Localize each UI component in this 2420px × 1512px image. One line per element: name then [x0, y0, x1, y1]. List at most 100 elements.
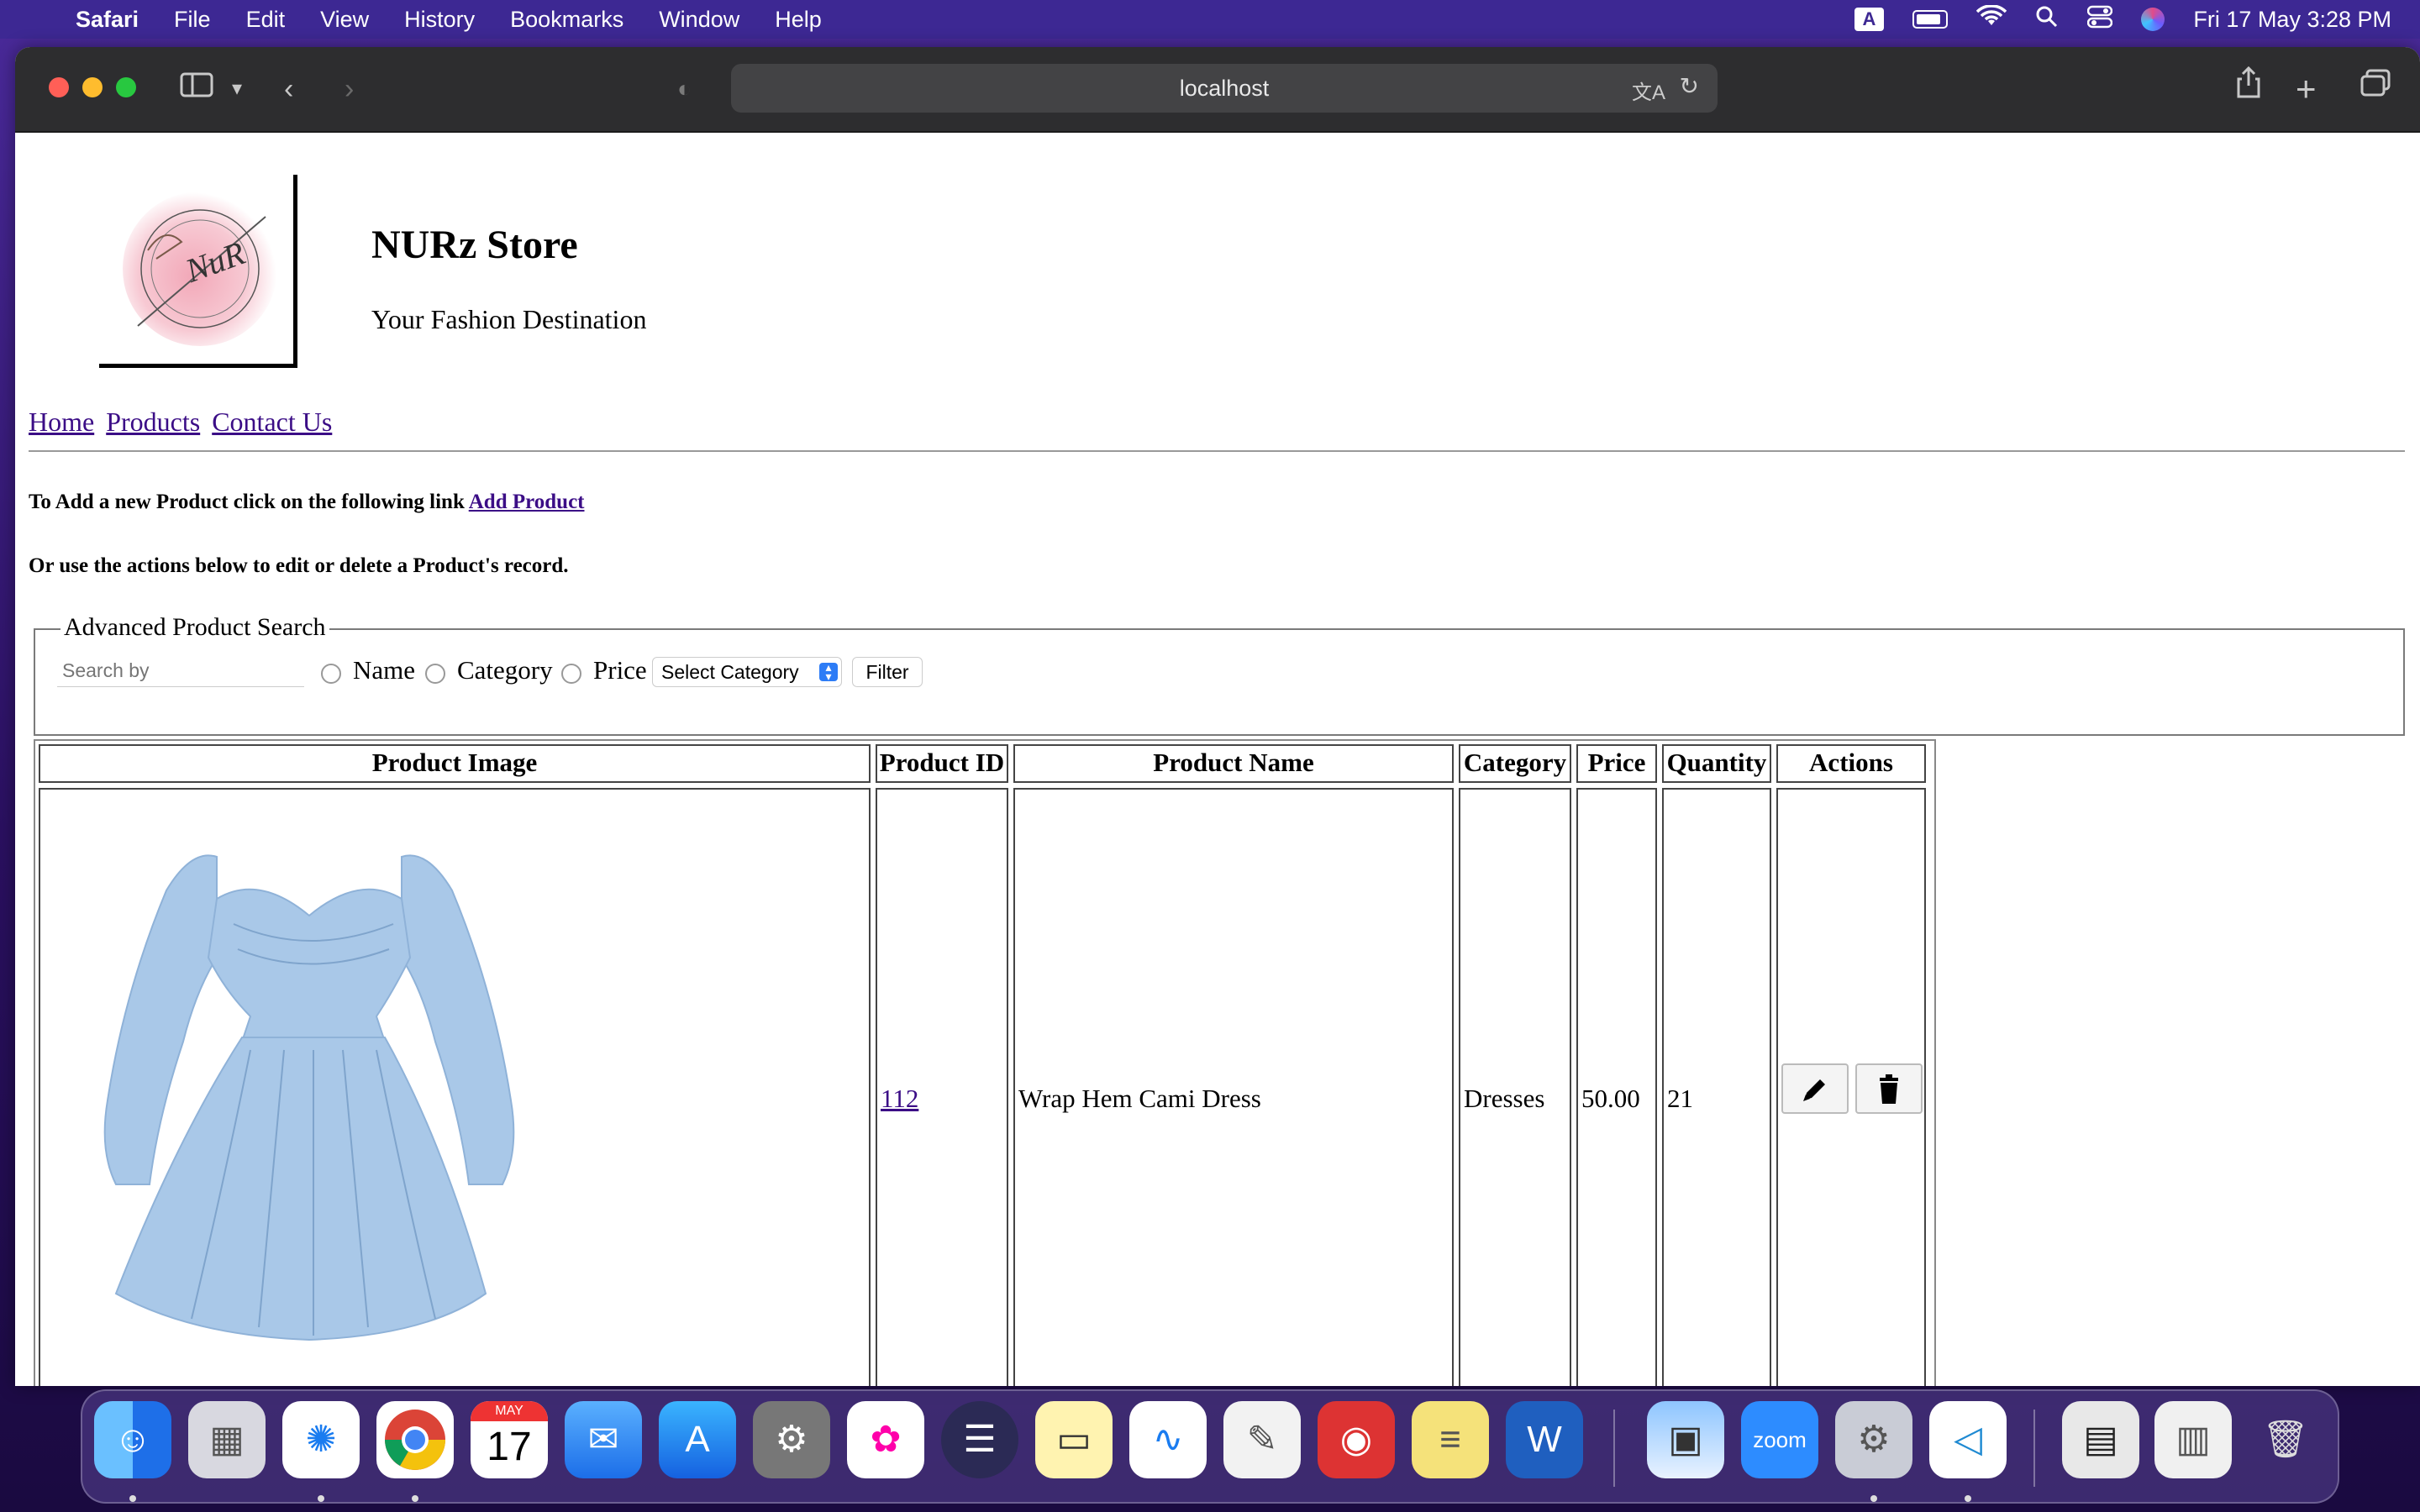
- close-window-button[interactable]: [49, 77, 69, 97]
- finder-icon[interactable]: ☺: [94, 1401, 171, 1478]
- product-id-link[interactable]: 112: [881, 1084, 918, 1114]
- minimize-window-button[interactable]: [82, 77, 103, 97]
- nav-products-link[interactable]: Products: [106, 407, 200, 437]
- category-select-value: Select Category: [661, 661, 799, 683]
- vscode-icon[interactable]: ◁: [1929, 1401, 2007, 1478]
- menu-bookmarks[interactable]: Bookmarks: [510, 7, 623, 33]
- back-arrow-icon[interactable]: ‹: [284, 66, 293, 113]
- textedit-icon[interactable]: ✎: [1223, 1401, 1301, 1478]
- header-price: Price: [1576, 744, 1657, 783]
- select-chevron-icon: ▴ ▾: [819, 661, 838, 682]
- zoom-icon[interactable]: zoom: [1741, 1401, 1818, 1478]
- battery-icon[interactable]: [1912, 10, 1949, 29]
- dock-separator: [1613, 1410, 1615, 1487]
- search-input[interactable]: [57, 655, 304, 687]
- product-id-cell: 112: [876, 788, 1008, 1386]
- chevron-down-icon[interactable]: ▾: [232, 66, 242, 113]
- photos-icon[interactable]: ✿: [847, 1401, 924, 1478]
- product-price-cell: 50.00: [1576, 788, 1657, 1386]
- notes-icon[interactable]: ▭: [1035, 1401, 1113, 1478]
- new-tab-plus-icon[interactable]: +: [2296, 66, 2317, 113]
- translate-icon[interactable]: 文A: [1632, 76, 1665, 105]
- radio-category[interactable]: [425, 664, 445, 684]
- sidebar-toggle-icon[interactable]: [180, 66, 213, 113]
- stickies-icon[interactable]: ≡: [1412, 1401, 1489, 1478]
- terminal-window-thumbnail-icon[interactable]: ▤: [2062, 1401, 2139, 1478]
- product-quantity-cell: 21: [1662, 788, 1771, 1386]
- finder-running-indicator: [129, 1495, 136, 1502]
- menu-app-name[interactable]: Safari: [76, 7, 139, 33]
- web-page: NuR NURz Store Your Fashion Destination …: [15, 133, 2420, 1386]
- address-bar[interactable]: localhost 文A ↻: [731, 64, 1718, 113]
- system-settings-icon[interactable]: ⚙: [753, 1401, 830, 1478]
- share-icon[interactable]: [2235, 66, 2262, 113]
- add-product-link[interactable]: Add Product: [469, 491, 585, 513]
- safari-icon[interactable]: ✺: [282, 1401, 360, 1478]
- main-nav: Home Products Contact Us: [29, 407, 337, 438]
- add-product-instruction: To Add a new Product click on the follow…: [29, 491, 585, 514]
- menu-window[interactable]: Window: [659, 7, 739, 33]
- preview-icon[interactable]: ▣: [1647, 1401, 1724, 1478]
- siri-icon[interactable]: [2141, 8, 2165, 31]
- category-select[interactable]: Select Category ▴ ▾: [652, 657, 842, 687]
- word-icon[interactable]: W: [1506, 1401, 1583, 1478]
- photo-booth-icon[interactable]: ◉: [1318, 1401, 1395, 1478]
- header-category: Category: [1459, 744, 1571, 783]
- add-product-instruction-text: To Add a new Product click on the follow…: [29, 491, 465, 513]
- settings-gear-icon[interactable]: ⚙: [1835, 1401, 1912, 1478]
- advanced-search-legend: Advanced Product Search: [60, 613, 329, 642]
- radio-price-label: Price: [593, 655, 647, 685]
- menu-help[interactable]: Help: [775, 7, 822, 33]
- pencil-icon: [1803, 1079, 1825, 1101]
- header-quantity: Quantity: [1662, 744, 1771, 783]
- trash-can-icon[interactable]: 🗑: [2247, 1401, 2324, 1478]
- nav-contact-link[interactable]: Contact Us: [212, 407, 332, 437]
- header-product-id: Product ID: [876, 744, 1008, 783]
- product-category-cell: Dresses: [1459, 788, 1571, 1386]
- spotlight-search-icon[interactable]: [2035, 5, 2059, 34]
- wifi-icon[interactable]: [1976, 3, 2007, 34]
- privacy-shield-icon[interactable]: ◐: [677, 66, 692, 113]
- menu-clock[interactable]: Fri 17 May 3:28 PM: [2193, 7, 2391, 33]
- product-name-cell: Wrap Hem Cami Dress: [1013, 788, 1454, 1386]
- app-store-icon[interactable]: A: [659, 1401, 736, 1478]
- freeform-icon[interactable]: ∿: [1129, 1401, 1207, 1478]
- delete-product-button[interactable]: [1855, 1063, 1923, 1114]
- settings-running-indicator: [1870, 1495, 1877, 1502]
- launchpad-icon[interactable]: ▦: [188, 1401, 266, 1478]
- dock: ☺ ▦ ✺ MAY 17 ✉ A ⚙ ✿ ☰ ▭ ∿ ✎ ◉ ≡ W ▣ zoo…: [81, 1389, 2339, 1504]
- eclipse-icon[interactable]: ☰: [941, 1401, 1018, 1478]
- address-text[interactable]: localhost: [1180, 76, 1270, 102]
- filter-button[interactable]: Filter: [852, 657, 923, 687]
- header-product-name: Product Name: [1013, 744, 1454, 783]
- product-image-cell: [39, 788, 871, 1386]
- dock-separator: [2033, 1410, 2035, 1487]
- product-actions-cell: [1776, 788, 1926, 1386]
- store-logo-frame: NuR: [99, 175, 297, 368]
- browser-toolbar: ▾ ‹ › ◐ localhost 文A ↻ +: [15, 47, 2420, 133]
- calendar-month: MAY: [471, 1401, 548, 1421]
- site-title: NURz Store: [371, 223, 578, 267]
- input-source-indicator[interactable]: A: [1854, 8, 1885, 31]
- radio-name[interactable]: [321, 664, 341, 684]
- nav-home-link[interactable]: Home: [29, 407, 94, 437]
- radio-price[interactable]: [561, 664, 581, 684]
- tab-overview-icon[interactable]: [2360, 66, 2391, 113]
- control-center-icon[interactable]: [2087, 5, 2113, 34]
- mail-icon[interactable]: ✉: [565, 1401, 642, 1478]
- forward-arrow-icon[interactable]: ›: [345, 66, 354, 113]
- reload-icon[interactable]: ↻: [1680, 72, 1699, 100]
- menu-history[interactable]: History: [404, 7, 475, 33]
- radio-name-label: Name: [353, 655, 416, 685]
- document-thumbnail-icon[interactable]: ▥: [2154, 1401, 2232, 1478]
- chrome-icon[interactable]: [376, 1401, 454, 1478]
- menu-file[interactable]: File: [174, 7, 211, 33]
- edit-product-button[interactable]: [1781, 1063, 1849, 1114]
- menu-view[interactable]: View: [320, 7, 369, 33]
- calendar-day: 17: [487, 1425, 532, 1469]
- menu-edit[interactable]: Edit: [246, 7, 286, 33]
- zoom-window-button[interactable]: [116, 77, 136, 97]
- radio-category-label: Category: [457, 655, 553, 685]
- advanced-search-fieldset: Advanced Product Search Name Category Pr…: [34, 613, 2405, 736]
- calendar-icon[interactable]: MAY 17: [471, 1401, 548, 1478]
